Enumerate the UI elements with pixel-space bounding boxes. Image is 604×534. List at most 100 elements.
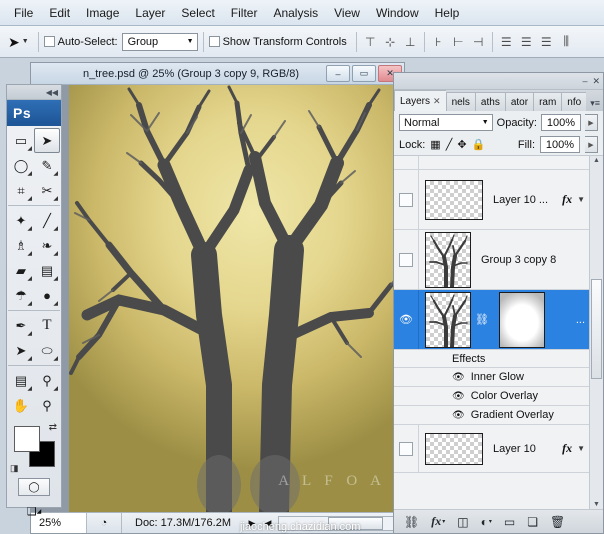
canvas-image[interactable]: A L F O A bbox=[69, 85, 404, 512]
align-left-edges-icon[interactable]: ⊦ bbox=[430, 33, 447, 50]
default-colors-icon[interactable]: ◨ bbox=[10, 463, 19, 474]
distribute-bottom-edges-icon[interactable]: ☰ bbox=[538, 33, 555, 50]
eye-off-icon[interactable] bbox=[399, 193, 413, 207]
list-item[interactable]: 👁 Color Overlay bbox=[394, 387, 603, 406]
fill-stepper[interactable]: ▶ bbox=[585, 136, 598, 153]
toolbox-header[interactable]: ◀◀ bbox=[7, 85, 61, 100]
eye-on-icon[interactable]: 👁 bbox=[452, 372, 465, 383]
visibility-toggle[interactable] bbox=[394, 425, 419, 472]
path-selection-tool[interactable]: ➤◢ bbox=[8, 338, 34, 363]
scrollbar-track[interactable] bbox=[591, 165, 602, 500]
show-transform-checkbox[interactable] bbox=[209, 36, 220, 47]
quick-mask-mode-icon[interactable]: ◯ bbox=[18, 478, 50, 496]
table-row[interactable] bbox=[394, 156, 603, 170]
link-layers-icon[interactable]: ⛓ bbox=[475, 313, 489, 326]
visibility-toggle[interactable]: 👁 bbox=[394, 290, 419, 349]
document-title-bar[interactable]: n_tree.psd @ 25% (Group 3 copy 9, RGB/8)… bbox=[31, 63, 404, 85]
lock-all-icon[interactable]: 🔒 bbox=[472, 138, 486, 151]
history-brush-tool[interactable]: ❧◢ bbox=[34, 233, 60, 258]
close-icon[interactable]: ✕ bbox=[433, 96, 441, 107]
eye-on-icon[interactable]: 👁 bbox=[452, 391, 465, 402]
fill-input[interactable]: 100% bbox=[540, 136, 580, 153]
layer-thumbnail[interactable] bbox=[425, 232, 471, 288]
panel-menu-icon[interactable]: ▾≡ bbox=[590, 98, 600, 109]
visibility-toggle[interactable] bbox=[394, 156, 419, 169]
menu-filter[interactable]: Filter bbox=[223, 3, 266, 23]
scroll-down-arrow-icon[interactable]: ▼ bbox=[593, 500, 600, 509]
hand-tool[interactable]: ✋ bbox=[8, 393, 34, 418]
lock-position-icon[interactable]: ✥ bbox=[457, 138, 466, 151]
link-layers-icon[interactable]: ⛓ bbox=[404, 515, 419, 529]
opacity-stepper[interactable]: ▶ bbox=[585, 114, 598, 131]
visibility-toggle[interactable] bbox=[394, 170, 419, 229]
menu-analysis[interactable]: Analysis bbox=[265, 3, 326, 23]
auto-select-dropdown[interactable]: Group ▼ bbox=[122, 33, 198, 51]
tab-paths[interactable]: aths bbox=[475, 92, 505, 111]
effects-group-header[interactable]: Effects bbox=[394, 350, 603, 368]
horizontal-scrollbar[interactable] bbox=[278, 516, 402, 531]
menu-edit[interactable]: Edit bbox=[41, 3, 78, 23]
tab-info[interactable]: nfo bbox=[561, 92, 586, 111]
layer-effects-fx-icon[interactable]: fx bbox=[557, 441, 577, 456]
quick-selection-tool[interactable]: ✎◢ bbox=[34, 153, 60, 178]
eye-on-icon[interactable]: 👁 bbox=[452, 410, 465, 421]
canvas-area[interactable]: A L F O A bbox=[31, 85, 404, 512]
foreground-color-swatch[interactable] bbox=[14, 426, 40, 452]
table-row[interactable]: Group 3 copy 8 bbox=[394, 230, 603, 290]
distribute-top-edges-icon[interactable]: ☰ bbox=[498, 33, 515, 50]
add-layer-style-icon[interactable]: fx▾ bbox=[431, 514, 445, 529]
menu-image[interactable]: Image bbox=[78, 3, 127, 23]
move-tool[interactable]: ➤ bbox=[34, 128, 60, 153]
delete-layer-icon[interactable]: 🗑 bbox=[550, 515, 565, 529]
layer-list-scrollbar[interactable]: ▲ ▼ bbox=[589, 156, 603, 509]
layer-list[interactable]: Layer 10 ... fx ▼ bbox=[394, 156, 603, 510]
eraser-tool[interactable]: ▰◢ bbox=[8, 258, 34, 283]
eyedropper-tool[interactable]: ⚲◢ bbox=[34, 368, 60, 393]
lock-image-pixels-icon[interactable]: ╱ bbox=[446, 138, 453, 151]
layer-thumbnail[interactable] bbox=[425, 433, 483, 465]
list-item[interactable]: 👁 Gradient Overlay bbox=[394, 406, 603, 425]
horizontal-type-tool[interactable]: T bbox=[34, 313, 60, 338]
blend-mode-dropdown[interactable]: Normal ▼ bbox=[399, 114, 493, 131]
move-tool-icon[interactable]: ➤ ▼ bbox=[4, 35, 33, 49]
scrollbar-thumb[interactable] bbox=[591, 279, 602, 380]
tab-channels[interactable]: nels bbox=[446, 92, 475, 111]
screen-mode-icon[interactable]: ❑◢ bbox=[17, 502, 51, 520]
align-vertical-centers-icon[interactable]: ⊹ bbox=[382, 33, 399, 50]
align-bottom-edges-icon[interactable]: ⊥ bbox=[402, 33, 419, 50]
status-expand-arrow-icon[interactable]: ▶ bbox=[244, 518, 260, 529]
align-top-edges-icon[interactable]: ⊤ bbox=[362, 33, 379, 50]
align-right-edges-icon[interactable]: ⊣ bbox=[470, 33, 487, 50]
menu-help[interactable]: Help bbox=[427, 3, 468, 23]
minimize-button[interactable]: – bbox=[326, 65, 350, 82]
align-horizontal-centers-icon[interactable]: ⊢ bbox=[450, 33, 467, 50]
scroll-left-arrow-icon[interactable]: ◀ bbox=[260, 518, 276, 529]
chevron-down-icon[interactable]: ▼ bbox=[577, 444, 589, 453]
blur-tool[interactable]: ☂◢ bbox=[8, 283, 34, 308]
chevron-down-icon[interactable]: ▼ bbox=[577, 195, 589, 204]
add-layer-mask-icon[interactable]: ◫ bbox=[457, 515, 468, 529]
close-panel-button[interactable]: ✕ bbox=[592, 76, 600, 87]
layer-thumbnail[interactable] bbox=[425, 180, 483, 220]
tab-histogram[interactable]: ram bbox=[533, 92, 561, 111]
table-row[interactable]: 👁 bbox=[394, 290, 603, 350]
layer-thumbnail[interactable] bbox=[425, 292, 471, 348]
maximize-button[interactable]: ▭ bbox=[352, 65, 376, 82]
ellipse-shape-tool[interactable]: ⬭◢ bbox=[34, 338, 60, 363]
notes-tool[interactable]: ▤◢ bbox=[8, 368, 34, 393]
layer-mask-thumbnail[interactable] bbox=[499, 292, 545, 348]
visibility-toggle[interactable] bbox=[394, 230, 419, 289]
crop-tool[interactable]: ⌗◢ bbox=[8, 178, 34, 203]
menu-layer[interactable]: Layer bbox=[127, 3, 173, 23]
menu-select[interactable]: Select bbox=[173, 3, 222, 23]
tab-navigator[interactable]: ator bbox=[505, 92, 533, 111]
opacity-input[interactable]: 100% bbox=[541, 114, 581, 131]
auto-select-checkbox[interactable] bbox=[44, 36, 55, 47]
eye-on-icon[interactable]: 👁 bbox=[399, 313, 413, 326]
layer-effects-fx-icon[interactable]: fx bbox=[557, 192, 577, 207]
list-item[interactable]: 👁 Inner Glow bbox=[394, 368, 603, 387]
pen-tool[interactable]: ✒◢ bbox=[8, 313, 34, 338]
menu-file[interactable]: File bbox=[6, 3, 41, 23]
dodge-tool[interactable]: ●◢ bbox=[34, 283, 60, 308]
spot-healing-brush-tool[interactable]: ✦◢ bbox=[8, 208, 34, 233]
